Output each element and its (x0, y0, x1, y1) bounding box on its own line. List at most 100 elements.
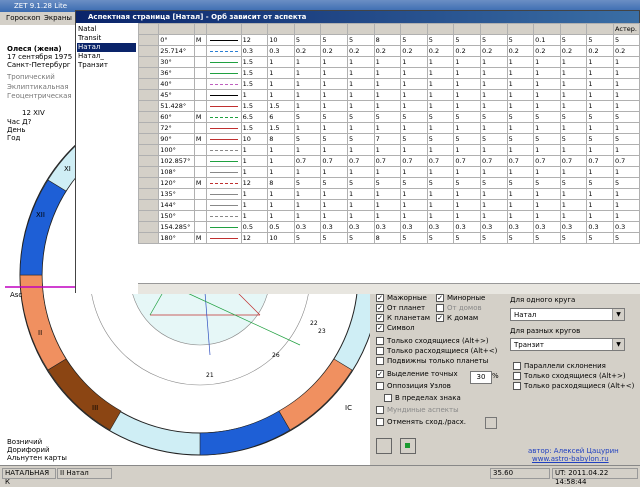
orb-cell[interactable]: 1 (426, 122, 455, 134)
orb-cell[interactable]: 1 (293, 56, 322, 68)
orb-cell[interactable]: 1 (479, 210, 508, 222)
orb-cell[interactable]: 1 (373, 166, 402, 178)
orb-cell[interactable]: 1 (612, 67, 640, 79)
orb-cell[interactable]: 1 (612, 144, 640, 156)
orb-cell[interactable]: 0.2 (347, 45, 375, 57)
orb-cell[interactable]: 1.5 (240, 56, 269, 68)
orb-cell[interactable]: 1 (320, 210, 348, 222)
orb-cell[interactable]: 1 (506, 122, 535, 134)
orb-cell[interactable]: 1 (506, 100, 535, 112)
orb-cell[interactable]: 5 (453, 111, 481, 123)
option-checkbox[interactable]: ✓ (376, 370, 384, 378)
orb-cell[interactable]: 5 (586, 111, 614, 123)
orb-cell[interactable]: 0.3 (453, 221, 481, 233)
line-style-cell[interactable] (205, 89, 242, 101)
orb-cell[interactable]: 5 (400, 177, 428, 189)
orb-cell[interactable]: 1 (426, 56, 455, 68)
orb-cell[interactable]: 5 (479, 177, 508, 189)
orb-cell[interactable]: 1 (453, 67, 481, 79)
orb-cell[interactable]: 1 (453, 188, 481, 200)
orb-cell[interactable]: 1 (373, 100, 402, 112)
orb-cell[interactable]: 1 (400, 56, 428, 68)
line-style-cell[interactable] (205, 188, 242, 200)
line-style-cell[interactable] (205, 122, 242, 134)
orb-cell[interactable]: 1 (293, 122, 322, 134)
orb-cell[interactable]: 0.3 (240, 45, 269, 57)
orb-cell[interactable]: 1 (586, 67, 614, 79)
orb-cell[interactable]: 1 (293, 210, 322, 222)
orb-cell[interactable]: 1 (426, 144, 455, 156)
orb-cell[interactable]: 1 (400, 122, 428, 134)
orb-cell[interactable]: 5 (586, 133, 614, 145)
option-checkbox[interactable] (376, 406, 384, 414)
small-button[interactable] (485, 417, 497, 429)
orb-cell[interactable]: 1 (612, 188, 640, 200)
orb-cell[interactable]: 12 (240, 177, 269, 189)
orb-cell[interactable]: 1 (533, 199, 561, 211)
orb-cell[interactable]: 0.7 (479, 155, 508, 167)
orb-cell[interactable]: 1 (400, 144, 428, 156)
orb-cell[interactable]: 1 (586, 199, 614, 211)
orb-cell[interactable]: 1 (373, 67, 402, 79)
orb-cell[interactable]: 1 (559, 89, 588, 101)
orb-cell[interactable]: 1 (267, 155, 295, 167)
orb-cell[interactable]: 0.7 (347, 155, 375, 167)
orb-cell[interactable]: 0.7 (586, 155, 614, 167)
column-header[interactable] (320, 23, 348, 35)
orb-cell[interactable]: 1 (293, 166, 322, 178)
orb-cell[interactable]: 7 (373, 133, 402, 145)
orb-cell[interactable]: 5 (293, 111, 322, 123)
orb-cell[interactable]: 1 (347, 89, 375, 101)
option-checkbox[interactable]: ✓ (376, 324, 384, 332)
orb-cell[interactable]: 1 (240, 155, 269, 167)
orb-cell[interactable]: 5 (373, 177, 402, 189)
orb-cell[interactable]: 1 (533, 67, 561, 79)
orb-cell[interactable]: 1 (320, 188, 348, 200)
orb-cell[interactable]: 1.5 (240, 100, 269, 112)
orb-cell[interactable]: 1 (533, 56, 561, 68)
orb-cell[interactable]: 0.3 (586, 221, 614, 233)
orb-cell[interactable]: 5 (479, 111, 508, 123)
orb-cell[interactable]: 1 (400, 210, 428, 222)
line-style-cell[interactable] (205, 232, 242, 244)
orb-cell[interactable]: 1 (347, 56, 375, 68)
line-style-cell[interactable] (205, 221, 242, 233)
orb-cell[interactable]: 1 (320, 144, 348, 156)
column-header[interactable] (138, 23, 160, 35)
orb-cell[interactable]: 1 (293, 89, 322, 101)
column-header[interactable] (506, 23, 535, 35)
orb-cell[interactable]: 5 (479, 34, 508, 46)
orb-cell[interactable]: 1 (559, 122, 588, 134)
column-header[interactable] (586, 23, 614, 35)
line-style-cell[interactable] (205, 34, 242, 46)
orb-cell[interactable]: 1 (240, 210, 269, 222)
orb-cell[interactable]: 1 (533, 89, 561, 101)
orb-cell[interactable]: 5 (293, 34, 322, 46)
orb-cell[interactable]: 0.3 (506, 221, 535, 233)
line-style-cell[interactable] (205, 155, 242, 167)
aspect-window-title-bar[interactable]: Аспектная страница [Натал] - Орб зависит… (76, 11, 639, 23)
horizontal-scrollbar[interactable] (138, 283, 640, 294)
orb-cell[interactable]: 1 (612, 56, 640, 68)
orb-cell[interactable]: 5 (586, 232, 614, 244)
orb-cell[interactable]: 1 (293, 188, 322, 200)
orb-cell[interactable]: 1 (240, 199, 269, 211)
orb-cell[interactable]: 1 (453, 89, 481, 101)
column-header[interactable] (426, 23, 455, 35)
orb-cell[interactable]: 1 (506, 89, 535, 101)
orb-cell[interactable]: 0.2 (559, 45, 588, 57)
line-style-cell[interactable] (205, 166, 242, 178)
orb-cell[interactable]: 1 (267, 210, 295, 222)
orb-cell[interactable]: 1 (347, 78, 375, 90)
orb-cell[interactable]: 1 (293, 199, 322, 211)
column-header[interactable]: Астер. (612, 23, 640, 35)
orb-cell[interactable]: 0.7 (612, 155, 640, 167)
column-header[interactable] (193, 23, 207, 35)
orb-cell[interactable]: 5 (533, 232, 561, 244)
orb-cell[interactable]: 5 (426, 232, 455, 244)
orb-cell[interactable]: 0.7 (533, 155, 561, 167)
orb-cell[interactable]: 1 (453, 122, 481, 134)
orb-cell[interactable]: 1 (479, 188, 508, 200)
option-checkbox[interactable] (376, 347, 384, 355)
orb-cell[interactable]: 0.3 (559, 221, 588, 233)
